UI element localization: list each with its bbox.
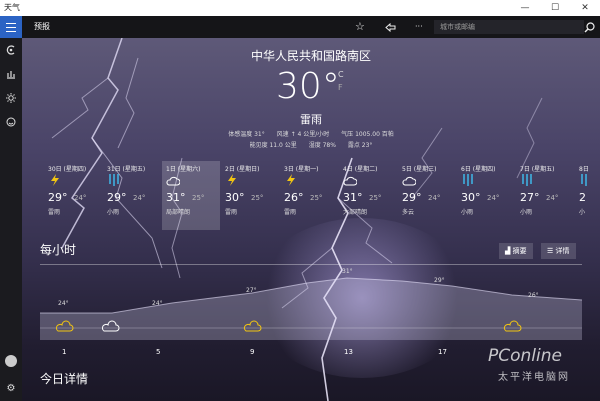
hour-label: 13 xyxy=(344,348,353,356)
avatar[interactable] xyxy=(5,355,17,367)
watermark-text: 太平洋电脑网 xyxy=(498,372,570,383)
app-title: 天气 xyxy=(4,3,20,12)
hour-label: 5 xyxy=(156,348,161,356)
close-button[interactable]: ✕ xyxy=(570,0,600,16)
hour-label: 17 xyxy=(438,348,447,356)
chart-icon[interactable] xyxy=(0,66,22,88)
search-input[interactable]: 城市或邮编 xyxy=(434,20,584,34)
more-options-icon[interactable]: ··· xyxy=(415,19,423,35)
search-icon[interactable] xyxy=(584,19,595,38)
settings-icon[interactable]: ⚙ xyxy=(0,378,22,400)
hour-temp-label: 31° xyxy=(342,268,353,275)
hour-temp-label: 26° xyxy=(528,292,539,299)
hour-label: 1 xyxy=(62,348,67,356)
watermark-logo: PConline xyxy=(488,346,562,366)
today-details-title: 今日详情 xyxy=(40,372,89,386)
news-icon[interactable] xyxy=(0,42,22,64)
app-header: 预报 ☆ ··· 城市或邮编 xyxy=(22,16,600,38)
pin-icon[interactable] xyxy=(385,19,396,38)
sun-icon[interactable] xyxy=(0,90,22,112)
menu-icon[interactable] xyxy=(0,16,22,38)
hour-temp-label: 27° xyxy=(246,287,257,294)
smile-icon[interactable] xyxy=(0,114,22,136)
hour-temp-label: 24° xyxy=(58,300,69,307)
favorite-star-icon[interactable]: ☆ xyxy=(355,19,365,35)
minimize-button[interactable]: — xyxy=(510,0,540,16)
page-title: 预报 xyxy=(34,22,50,31)
window-titlebar: 天气 — ☐ ✕ xyxy=(0,0,600,16)
hour-temp-label: 24° xyxy=(152,300,163,307)
hour-temp-label: 29° xyxy=(434,277,445,284)
left-nav: ⚙ xyxy=(0,16,22,401)
maximize-button[interactable]: ☐ xyxy=(540,0,570,16)
hour-label: 9 xyxy=(250,348,255,356)
main-content: 中华人民共和国路南区 30° C F 雷雨 体感温度 31° 风速 ↑ 4 公里… xyxy=(22,38,600,401)
